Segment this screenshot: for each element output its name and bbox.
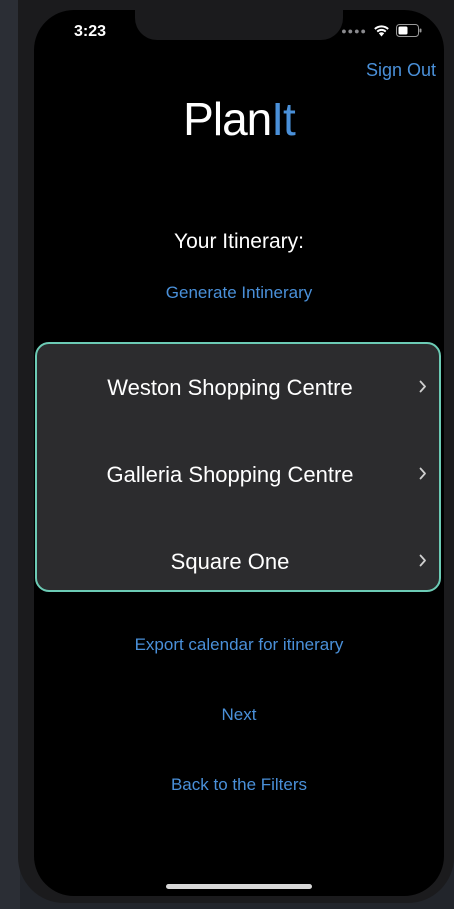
battery-icon [396,24,422,37]
generate-itinerary-button[interactable]: Generate Intinerary [34,283,444,303]
phone-notch [135,10,343,40]
itinerary-item-square-one[interactable]: Square One [37,532,439,592]
logo-text-it: It [271,93,296,145]
itinerary-item-galleria[interactable]: Galleria Shopping Centre [37,445,439,505]
status-icons: ●●●● [341,24,422,37]
chevron-right-icon [419,380,427,398]
list-item-label: Square One [170,549,290,574]
cellular-signal-icon: ●●●● [341,25,367,36]
desktop-edge [0,0,20,909]
phone-screen: 3:23 ●●●● Sign Out PlanIt Your Itinerary… [34,10,444,896]
app-logo: PlanIt [34,92,444,146]
status-time: 3:23 [74,23,107,40]
desktop-background: 3:23 ●●●● Sign Out PlanIt Your Itinerary… [0,0,454,909]
itinerary-title: Your Itinerary: [174,230,304,253]
itinerary-list: Weston Shopping Centre Galleria Shopping… [35,342,441,592]
itinerary-item-weston[interactable]: Weston Shopping Centre [37,358,439,418]
export-calendar-button[interactable]: Export calendar for itinerary [34,635,444,655]
chevron-right-icon [419,467,427,485]
list-item-label: Galleria Shopping Centre [106,462,354,487]
logo-text-plan: Plan [183,93,272,145]
sign-out-button[interactable]: Sign Out [366,60,436,81]
back-to-filters-button[interactable]: Back to the Filters [34,775,444,795]
home-indicator[interactable] [166,884,312,889]
list-item-label: Weston Shopping Centre [107,375,353,400]
chevron-right-icon [419,554,427,572]
next-button[interactable]: Next [34,705,444,725]
wifi-icon [373,24,390,37]
